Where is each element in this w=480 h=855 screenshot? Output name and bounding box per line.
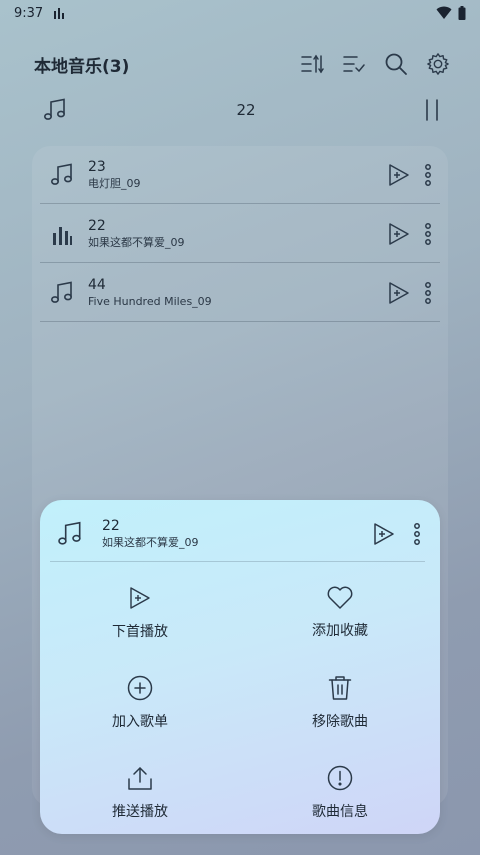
play-next-icon xyxy=(129,585,151,611)
action-label: 添加收藏 xyxy=(312,623,368,639)
music-note-icon xyxy=(42,280,82,306)
add-circle-icon xyxy=(127,675,153,701)
battery-icon xyxy=(458,6,466,20)
play-next-icon[interactable] xyxy=(388,281,410,305)
more-options-icon[interactable] xyxy=(413,522,421,546)
sheet-song-title: 22 xyxy=(102,517,120,534)
music-note-icon xyxy=(50,520,90,548)
wifi-icon xyxy=(436,6,452,20)
song-subtitle: 电灯胆_09 xyxy=(88,176,141,190)
action-song-info[interactable]: 歌曲信息 xyxy=(240,746,440,836)
list-item[interactable]: 22 如果这都不算爱_09 xyxy=(40,205,440,263)
sheet-song-subtitle: 如果这都不算爱_09 xyxy=(102,535,199,549)
action-add-to-playlist[interactable]: 加入歌单 xyxy=(40,656,240,746)
list-item[interactable]: 23 电灯胆_09 xyxy=(40,146,440,204)
song-title: 22 xyxy=(88,217,106,234)
music-note-icon xyxy=(42,97,68,123)
trash-icon xyxy=(328,675,352,701)
action-remove-song[interactable]: 移除歌曲 xyxy=(240,656,440,746)
list-item[interactable]: 44 Five Hundred Miles_09 xyxy=(40,264,440,322)
song-options-sheet: 22 如果这都不算爱_09 下首播放 添加收藏 加入歌单 移除歌曲 推送播放 歌… xyxy=(40,500,440,834)
sort-icon[interactable] xyxy=(300,52,324,76)
page-title: 本地音乐(3) xyxy=(34,56,130,77)
play-next-icon[interactable] xyxy=(388,163,410,187)
action-label: 加入歌单 xyxy=(112,714,168,730)
song-subtitle: Five Hundred Miles_09 xyxy=(88,294,212,308)
heart-icon xyxy=(326,586,354,610)
share-icon xyxy=(127,765,153,791)
pause-icon[interactable] xyxy=(424,98,440,122)
play-next-icon[interactable] xyxy=(373,521,395,547)
more-options-icon[interactable] xyxy=(424,222,432,245)
action-label: 推送播放 xyxy=(112,804,168,820)
more-options-icon[interactable] xyxy=(424,163,432,186)
sheet-song-header: 22 如果这都不算爱_09 xyxy=(50,506,425,562)
status-time: 9:37 xyxy=(14,5,44,21)
song-title: 44 xyxy=(88,276,106,293)
action-label: 移除歌曲 xyxy=(312,714,368,730)
action-label: 下首播放 xyxy=(112,624,168,640)
info-icon xyxy=(327,765,353,791)
action-label: 歌曲信息 xyxy=(312,804,368,820)
now-playing-bar[interactable]: 22 xyxy=(0,92,480,128)
song-title: 23 xyxy=(88,158,106,175)
sheet-actions-grid: 下首播放 添加收藏 加入歌单 移除歌曲 推送播放 歌曲信息 xyxy=(40,566,440,826)
action-add-favorite[interactable]: 添加收藏 xyxy=(240,566,440,656)
song-subtitle: 如果这都不算爱_09 xyxy=(88,235,185,249)
play-next-icon[interactable] xyxy=(388,222,410,246)
gear-icon[interactable] xyxy=(426,52,450,76)
app-header: 本地音乐(3) xyxy=(0,44,480,84)
playing-equalizer-icon xyxy=(42,223,82,245)
search-icon[interactable] xyxy=(384,52,408,76)
more-options-icon[interactable] xyxy=(424,281,432,304)
action-push-play[interactable]: 推送播放 xyxy=(40,746,240,836)
status-bar: 9:37 xyxy=(0,0,480,26)
music-note-icon xyxy=(42,162,82,188)
media-activity-icon xyxy=(53,7,65,19)
action-play-next[interactable]: 下首播放 xyxy=(40,566,240,656)
now-playing-title: 22 xyxy=(236,101,256,119)
select-list-icon[interactable] xyxy=(342,52,366,76)
